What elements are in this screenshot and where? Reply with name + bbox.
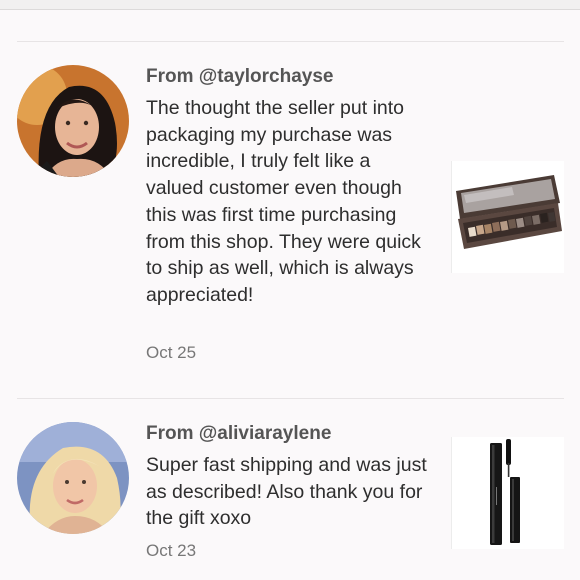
review-text: The thought the seller put into packagin…: [146, 97, 421, 306]
review-author[interactable]: From @taylorchayse: [146, 66, 334, 88]
eyeshadow-palette-icon: [456, 175, 562, 249]
product-thumbnail[interactable]: [451, 161, 564, 273]
top-bar: [0, 0, 580, 10]
review-date: Oct 25: [146, 343, 197, 362]
reviewer-avatar[interactable]: [17, 422, 129, 534]
avatar-photo-icon: [17, 65, 129, 177]
avatar-photo-icon: [17, 422, 129, 534]
mascara-icon: [490, 439, 520, 545]
review-date: Oct 23: [146, 541, 197, 560]
divider: [17, 398, 564, 399]
product-thumbnail[interactable]: [451, 437, 564, 549]
review-text: Super fast shipping and was just as desc…: [146, 454, 427, 530]
review-author[interactable]: From @aliviaraylene: [146, 423, 331, 445]
divider: [17, 41, 564, 42]
reviewer-avatar[interactable]: [17, 65, 129, 177]
